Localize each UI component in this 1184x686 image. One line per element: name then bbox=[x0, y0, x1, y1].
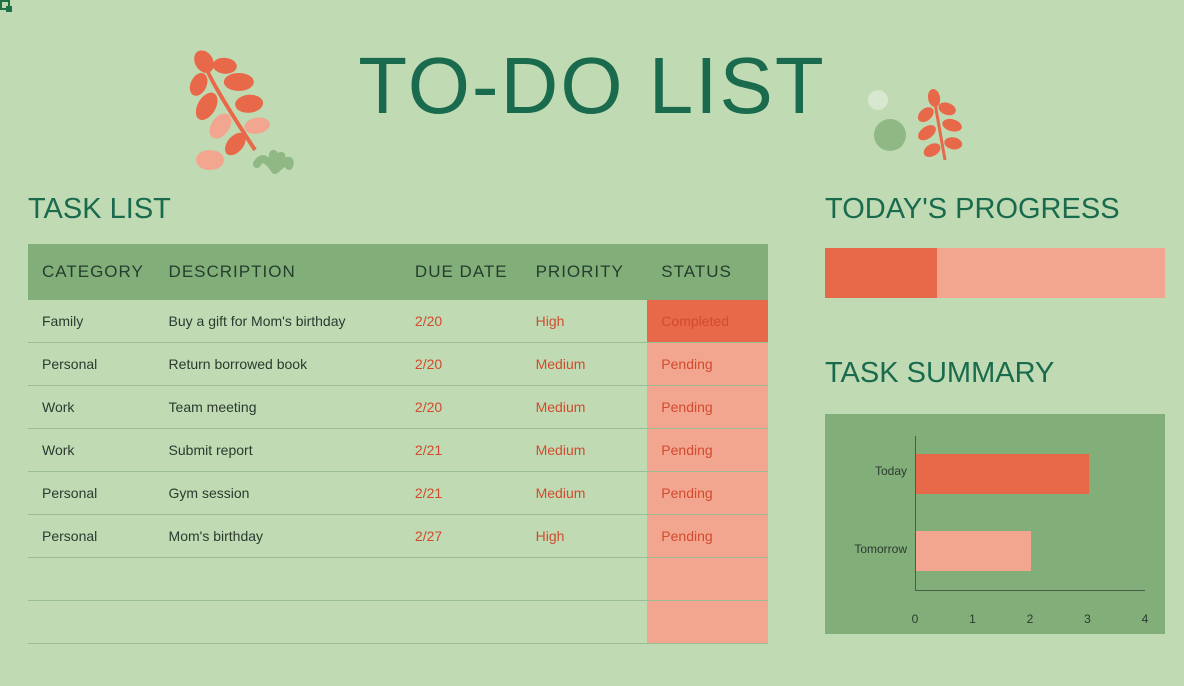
chart-plot-area bbox=[915, 436, 1145, 591]
table-row[interactable]: PersonalReturn borrowed book2/20MediumPe… bbox=[28, 343, 768, 386]
progress-heading: TODAY'S PROGRESS bbox=[825, 193, 1165, 226]
task-list-heading: TASK LIST bbox=[28, 193, 768, 226]
cell-category[interactable]: Family bbox=[28, 300, 155, 343]
cell-empty[interactable] bbox=[28, 601, 155, 644]
cell-due[interactable]: 2/20 bbox=[401, 343, 522, 386]
progress-bar bbox=[825, 248, 1165, 298]
summary-chart: Today Tomorrow 0 1 2 3 4 bbox=[825, 414, 1165, 634]
chart-xtick: 3 bbox=[1084, 612, 1091, 626]
chart-ylabel-tomorrow: Tomorrow bbox=[837, 542, 907, 556]
cell-status[interactable]: Pending bbox=[647, 386, 768, 429]
progress-fill bbox=[825, 248, 937, 298]
task-table: CATEGORY DESCRIPTION DUE DATE PRIORITY S… bbox=[28, 244, 768, 644]
cell-description[interactable]: Team meeting bbox=[155, 386, 401, 429]
summary-heading: TASK SUMMARY bbox=[825, 357, 1165, 390]
table-row[interactable]: PersonalMom's birthday2/27HighPending bbox=[28, 515, 768, 558]
table-row[interactable]: WorkSubmit report2/21MediumPending bbox=[28, 429, 768, 472]
chart-bar bbox=[916, 531, 1031, 571]
cell-description[interactable]: Mom's birthday bbox=[155, 515, 401, 558]
cell-empty[interactable] bbox=[155, 601, 401, 644]
cell-status[interactable]: Pending bbox=[647, 429, 768, 472]
cell-priority[interactable]: Medium bbox=[522, 429, 648, 472]
cell-empty[interactable] bbox=[522, 601, 648, 644]
cell-empty[interactable] bbox=[401, 601, 522, 644]
cell-description[interactable]: Gym session bbox=[155, 472, 401, 515]
cell-priority[interactable]: Medium bbox=[522, 343, 648, 386]
cell-description[interactable]: Return borrowed book bbox=[155, 343, 401, 386]
cell-status[interactable]: Completed bbox=[647, 300, 768, 343]
cell-category[interactable]: Work bbox=[28, 429, 155, 472]
cell-description[interactable]: Buy a gift for Mom's birthday bbox=[155, 300, 401, 343]
chart-ylabel-today: Today bbox=[837, 464, 907, 478]
col-header-category[interactable]: CATEGORY bbox=[28, 244, 155, 300]
cell-due[interactable]: 2/20 bbox=[401, 300, 522, 343]
cell-empty[interactable] bbox=[155, 558, 401, 601]
chart-xtick: 1 bbox=[969, 612, 976, 626]
cell-due[interactable]: 2/27 bbox=[401, 515, 522, 558]
table-row-empty[interactable] bbox=[28, 601, 768, 644]
col-header-priority[interactable]: PRIORITY bbox=[522, 244, 648, 300]
table-row[interactable]: WorkTeam meeting2/20MediumPending bbox=[28, 386, 768, 429]
chart-xtick: 4 bbox=[1142, 612, 1149, 626]
cell-category[interactable]: Personal bbox=[28, 515, 155, 558]
col-header-description[interactable]: DESCRIPTION bbox=[155, 244, 401, 300]
cell-empty-status[interactable] bbox=[647, 558, 768, 601]
cell-empty[interactable] bbox=[522, 558, 648, 601]
cell-description[interactable]: Submit report bbox=[155, 429, 401, 472]
cell-category[interactable]: Work bbox=[28, 386, 155, 429]
cell-status[interactable]: Pending bbox=[647, 515, 768, 558]
page-title: TO-DO LIST bbox=[0, 40, 1184, 132]
cell-category[interactable]: Personal bbox=[28, 343, 155, 386]
cell-due[interactable]: 2/21 bbox=[401, 472, 522, 515]
chart-bar bbox=[916, 454, 1089, 494]
cell-status[interactable]: Pending bbox=[647, 343, 768, 386]
cell-selection-indicator[interactable] bbox=[0, 0, 10, 10]
cell-due[interactable]: 2/20 bbox=[401, 386, 522, 429]
task-table-header-row: CATEGORY DESCRIPTION DUE DATE PRIORITY S… bbox=[28, 244, 768, 300]
cell-empty-status[interactable] bbox=[647, 601, 768, 644]
col-header-due[interactable]: DUE DATE bbox=[401, 244, 522, 300]
table-row-empty[interactable] bbox=[28, 558, 768, 601]
chart-xtick: 0 bbox=[912, 612, 919, 626]
cell-priority[interactable]: Medium bbox=[522, 386, 648, 429]
table-row[interactable]: FamilyBuy a gift for Mom's birthday2/20H… bbox=[28, 300, 768, 343]
cell-status[interactable]: Pending bbox=[647, 472, 768, 515]
cell-due[interactable]: 2/21 bbox=[401, 429, 522, 472]
cell-empty[interactable] bbox=[401, 558, 522, 601]
cell-priority[interactable]: High bbox=[522, 515, 648, 558]
table-row[interactable]: PersonalGym session2/21MediumPending bbox=[28, 472, 768, 515]
cell-priority[interactable]: High bbox=[522, 300, 648, 343]
cell-empty[interactable] bbox=[28, 558, 155, 601]
col-header-status[interactable]: STATUS bbox=[647, 244, 768, 300]
cell-category[interactable]: Personal bbox=[28, 472, 155, 515]
cell-priority[interactable]: Medium bbox=[522, 472, 648, 515]
chart-xtick: 2 bbox=[1027, 612, 1034, 626]
